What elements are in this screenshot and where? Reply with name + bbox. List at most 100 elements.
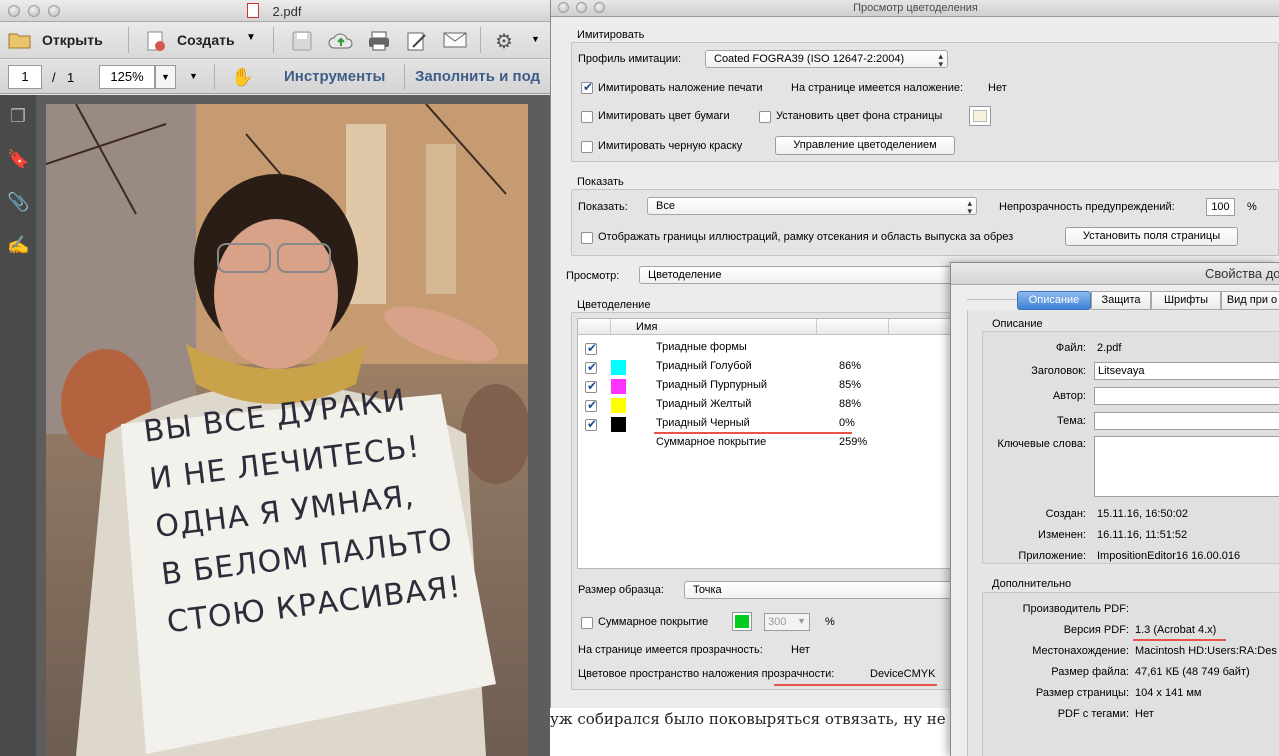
overprint-status-value: Нет bbox=[988, 82, 1007, 94]
row-checkbox[interactable] bbox=[585, 379, 597, 393]
transparency-value: Нет bbox=[791, 644, 810, 656]
table-header: Имя bbox=[578, 319, 973, 335]
window-title: 2.pdf bbox=[272, 4, 302, 19]
author-label: Автор: bbox=[1052, 390, 1086, 402]
title-input[interactable]: Litsevaya bbox=[1094, 362, 1279, 380]
advanced-group: Производитель PDF: Версия PDF: 1.3 (Acro… bbox=[982, 592, 1279, 756]
modified-label: Изменен: bbox=[1038, 529, 1086, 541]
file-size-value: 47,61 КБ (48 749 байт) bbox=[1135, 666, 1250, 678]
sample-size-value: Точка bbox=[693, 584, 722, 596]
total-coverage-checkbox[interactable] bbox=[581, 617, 593, 629]
total-coverage-label: Суммарное покрытие bbox=[598, 616, 709, 628]
warning-opacity-input[interactable]: 100 bbox=[1206, 198, 1235, 216]
simulate-black-checkbox[interactable] bbox=[581, 141, 593, 153]
tools-pane-button[interactable]: Инструменты bbox=[284, 68, 385, 85]
document-page-photo: ВЫ ВСЕ ДУРАКИ И НЕ ЛЕЧИТЕСЬ! ОДНА Я УМНА… bbox=[46, 104, 528, 756]
row-checkbox[interactable] bbox=[585, 360, 597, 374]
simulation-profile-select[interactable]: Coated FOGRA39 (ISO 12647-2:2004) ▴ ▾ bbox=[705, 50, 948, 69]
signature-icon[interactable]: ✍ bbox=[7, 234, 29, 256]
chevron-down-icon: ▼ bbox=[797, 616, 806, 626]
chevron-down-icon[interactable]: ▼ bbox=[189, 71, 198, 81]
application-label: Приложение: bbox=[1018, 550, 1086, 562]
coverage-color-swatch[interactable] bbox=[732, 612, 752, 631]
gear-icon[interactable]: ⚙ bbox=[495, 29, 513, 54]
simulate-overprint-label: Имитировать наложение печати bbox=[598, 82, 763, 94]
bookmark-icon[interactable]: 🔖 bbox=[7, 148, 29, 170]
separations-table: Имя Триадные формы Триадный Голубой 86% … bbox=[577, 318, 973, 569]
show-value: Все bbox=[656, 200, 675, 212]
row-checkbox[interactable] bbox=[585, 341, 597, 355]
table-row[interactable]: Триадный Голубой 86% bbox=[578, 358, 973, 377]
tagged-pdf-label: PDF с тегами: bbox=[1057, 708, 1129, 720]
row-checkbox[interactable] bbox=[585, 417, 597, 431]
show-bounds-checkbox[interactable] bbox=[581, 232, 593, 244]
simulate-paper-checkbox[interactable] bbox=[581, 111, 593, 123]
dialog-title: Просмотр цветоделения bbox=[853, 2, 978, 14]
print-icon[interactable] bbox=[367, 30, 391, 55]
subject-input[interactable] bbox=[1094, 412, 1279, 430]
hand-tool-icon[interactable]: ✋ bbox=[231, 67, 253, 88]
simulate-black-label: Имитировать черную краску bbox=[598, 140, 743, 152]
email-icon[interactable] bbox=[443, 31, 467, 52]
toolbar-more-icon[interactable]: ▼ bbox=[531, 34, 540, 44]
percent-label: % bbox=[1247, 201, 1257, 213]
profile-value: Coated FOGRA39 (ISO 12647-2:2004) bbox=[714, 53, 905, 65]
tab-security[interactable]: Защита bbox=[1091, 291, 1151, 310]
show-group: Показать: Все ▴ ▾ Непрозрачность предупре… bbox=[571, 189, 1279, 256]
navigation-toolbar: 1 / 1 125% ▼ ▼ ✋ Инструменты Заполнить и… bbox=[0, 60, 550, 94]
tab-fonts[interactable]: Шрифты bbox=[1151, 291, 1221, 310]
row-checkbox[interactable] bbox=[585, 398, 597, 412]
zoom-dropdown-button[interactable]: ▼ bbox=[155, 65, 176, 89]
cloud-upload-icon[interactable] bbox=[328, 30, 354, 55]
document-properties-dialog: Свойства до Описание Защита Шрифты Вид п… bbox=[950, 262, 1279, 756]
set-page-boxes-button[interactable]: Установить поля страницы bbox=[1065, 227, 1238, 246]
producer-label: Производитель PDF: bbox=[1022, 603, 1129, 615]
description-group-title: Описание bbox=[992, 318, 1043, 330]
application-value: ImpositionEditor16 16.00.016 bbox=[1097, 550, 1241, 562]
show-select[interactable]: Все ▴ ▾ bbox=[647, 197, 977, 216]
zoom-input[interactable]: 125% bbox=[99, 65, 155, 89]
keywords-label: Ключевые слова: bbox=[997, 438, 1086, 450]
main-toolbar: Открыть Создать ▼ ⚙ ▼ bbox=[0, 22, 550, 59]
save-icon[interactable] bbox=[291, 30, 313, 55]
table-row[interactable]: Триадный Пурпурный 85% bbox=[578, 377, 973, 396]
page-thumbnails-icon[interactable]: ❐ bbox=[7, 105, 29, 127]
properties-title: Свойства до bbox=[1205, 266, 1279, 281]
table-row[interactable]: Суммарное покрытие 259% bbox=[578, 434, 973, 453]
ink-manager-button[interactable]: Управление цветоделением bbox=[775, 136, 955, 155]
transparency-label: На странице имеется прозрачность: bbox=[578, 644, 763, 656]
toolbar-divider bbox=[273, 27, 274, 53]
profile-label: Профиль имитации: bbox=[578, 53, 682, 65]
open-button[interactable]: Открыть bbox=[42, 32, 103, 48]
sample-size-select[interactable]: Точка bbox=[684, 581, 972, 599]
row-value: 85% bbox=[839, 379, 862, 391]
coverage-value: 300 bbox=[768, 616, 787, 628]
row-value: 88% bbox=[839, 398, 862, 410]
simulate-overprint-checkbox[interactable] bbox=[581, 80, 593, 94]
paperclip-icon[interactable]: 📎 bbox=[7, 191, 29, 213]
location-value: Macintosh HD:Users:RA:Des bbox=[1135, 645, 1277, 657]
author-input[interactable] bbox=[1094, 387, 1279, 405]
pdf-version-label: Версия PDF: bbox=[1063, 624, 1129, 636]
protest-sign-text: ВЫ ВСЕ ДУРАКИ И НЕ ЛЕЧИТЕСЬ! ОДНА Я УМНА… bbox=[141, 365, 528, 647]
table-row[interactable]: Триадный Желтый 88% bbox=[578, 396, 973, 415]
tab-description[interactable]: Описание bbox=[1017, 291, 1091, 310]
preview-value: Цветоделение bbox=[648, 269, 722, 281]
create-button[interactable]: Создать bbox=[177, 32, 235, 48]
row-name: Триадные формы bbox=[656, 341, 747, 353]
coverage-value-combo[interactable]: 300 ▼ bbox=[764, 613, 810, 631]
table-row[interactable]: Триадные формы bbox=[578, 339, 973, 358]
page-number-input[interactable]: 1 bbox=[8, 65, 42, 89]
toolbar-divider bbox=[480, 27, 481, 53]
tab-initial-view[interactable]: Вид при о bbox=[1221, 291, 1279, 310]
page-bg-checkbox[interactable] bbox=[759, 111, 771, 123]
preview-select[interactable]: Цветоделение bbox=[639, 266, 959, 284]
page-total: 1 bbox=[67, 70, 75, 85]
keywords-input[interactable] bbox=[1094, 436, 1279, 497]
black-swatch bbox=[611, 417, 626, 432]
chevron-down-icon[interactable]: ▼ bbox=[246, 32, 256, 43]
folder-icon bbox=[8, 31, 32, 49]
page-bg-color-swatch[interactable] bbox=[969, 106, 991, 126]
edit-document-icon[interactable] bbox=[405, 30, 429, 55]
fill-sign-button[interactable]: Заполнить и под bbox=[415, 68, 540, 85]
